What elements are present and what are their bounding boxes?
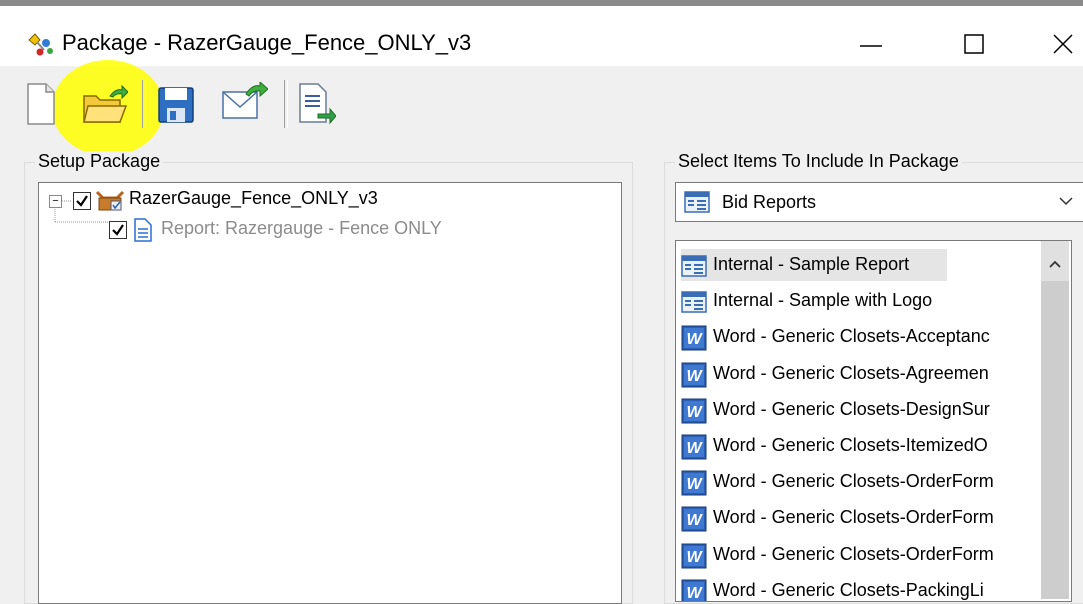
package-tree[interactable]: − RazerGauge_Fence_ONLY_v3 Report: Razer… xyxy=(38,182,622,604)
tree-node-report[interactable]: Report: Razergauge - Fence ONLY xyxy=(39,209,619,243)
list-item[interactable]: W Word - Generic Closets-ItemizedO xyxy=(681,430,1041,462)
toolbar-separator xyxy=(142,80,146,128)
svg-text:W: W xyxy=(686,549,703,566)
list-item[interactable]: W Word - Generic Closets-OrderForm xyxy=(681,466,1041,498)
list-item[interactable]: W Word - Generic Closets-OrderForm xyxy=(681,539,1041,571)
toolbar xyxy=(0,60,1083,156)
scrollbar-thumb[interactable] xyxy=(1041,281,1069,599)
word-document-icon: W xyxy=(681,470,707,496)
maximize-icon xyxy=(964,34,984,54)
open-folder-icon xyxy=(83,84,128,123)
tree-node-package[interactable]: − RazerGauge_Fence_ONLY_v3 xyxy=(39,187,619,213)
word-document-icon: W xyxy=(681,543,707,569)
svg-text:W: W xyxy=(686,585,703,602)
bid-report-icon xyxy=(684,191,710,213)
select-items-label: Select Items To Include In Package xyxy=(675,151,962,172)
svg-text:W: W xyxy=(686,404,703,421)
word-document-icon: W xyxy=(681,398,707,424)
maximize-button[interactable] xyxy=(950,24,1000,64)
report-icon xyxy=(134,218,152,242)
list-item-label: Word - Generic Closets-Acceptanc xyxy=(713,326,990,347)
list-item[interactable]: W Word - Generic Closets-PackingLi xyxy=(681,575,1041,602)
list-item[interactable]: Internal - Sample with Logo xyxy=(681,285,1041,317)
dropdown-value: Bid Reports xyxy=(722,192,817,212)
new-button[interactable] xyxy=(18,78,66,128)
save-button[interactable] xyxy=(152,78,200,128)
word-document-icon: W xyxy=(681,579,707,602)
list-item[interactable]: Internal - Sample Report xyxy=(681,249,947,281)
report-icon xyxy=(681,255,707,277)
export-icon xyxy=(299,83,336,125)
svg-text:W: W xyxy=(686,512,703,529)
new-icon xyxy=(27,83,55,125)
report-category-dropdown[interactable]: Bid Reports xyxy=(675,182,1083,222)
tree-connector xyxy=(62,200,72,202)
list-item-label: Word - Generic Closets-OrderForm xyxy=(713,507,994,528)
package-checkbox[interactable] xyxy=(73,192,91,210)
list-item[interactable]: W Word - Generic Closets-OrderForm xyxy=(681,502,1041,534)
list-item[interactable]: W Word - Generic Closets-Agreemen xyxy=(681,358,1041,390)
list-item-label: Internal - Sample with Logo xyxy=(713,290,933,311)
word-document-icon: W xyxy=(681,506,707,532)
chevron-down-icon[interactable] xyxy=(1058,195,1074,207)
word-document-icon: W xyxy=(681,362,707,388)
word-document-icon: W xyxy=(681,325,707,351)
export-button[interactable] xyxy=(292,78,340,128)
close-button[interactable] xyxy=(1040,24,1083,64)
minimize-button[interactable] xyxy=(846,24,896,64)
setup-package-label: Setup Package xyxy=(35,151,164,172)
report-items-list[interactable]: Internal - Sample Report Internal - Sampl… xyxy=(675,240,1072,602)
svg-text:W: W xyxy=(686,368,703,385)
list-item-label: Word - Generic Closets-ItemizedO xyxy=(713,435,988,455)
open-button[interactable] xyxy=(78,78,128,128)
checkmark-icon xyxy=(76,195,88,207)
email-button[interactable] xyxy=(216,78,268,128)
list-item-label: Word - Generic Closets-DesignSur xyxy=(713,398,990,419)
scroll-up-icon[interactable] xyxy=(1048,259,1062,269)
window-title: Package - RazerGauge_Fence_ONLY_v3 xyxy=(62,30,472,55)
list-item-label: Word - Generic Closets-PackingLi xyxy=(713,579,984,600)
save-icon xyxy=(158,87,194,123)
report-icon xyxy=(681,291,707,313)
list-item-label: Internal - Sample Report xyxy=(713,254,910,274)
email-icon xyxy=(222,82,268,119)
package-name: RazerGauge_Fence_ONLY_v3 xyxy=(129,188,378,208)
list-item[interactable]: W Word - Generic Closets-DesignSur xyxy=(681,394,1041,426)
svg-text:W: W xyxy=(686,476,703,493)
package-app-icon xyxy=(28,33,53,56)
word-document-icon: W xyxy=(681,434,707,460)
close-icon xyxy=(1053,34,1073,54)
list-scrollbar[interactable] xyxy=(1041,241,1069,599)
list-item-label: Word - Generic Closets-OrderForm xyxy=(713,471,994,492)
list-item-label: Word - Generic Closets-Agreemen xyxy=(713,362,989,383)
report-checkbox[interactable] xyxy=(109,221,127,239)
checkmark-icon xyxy=(112,224,124,236)
list-item[interactable]: W Word - Generic Closets-Acceptanc xyxy=(681,321,1041,353)
toolbar-separator xyxy=(284,80,288,128)
svg-text:W: W xyxy=(686,440,703,457)
minimize-icon xyxy=(860,45,882,47)
svg-text:W: W xyxy=(686,331,703,348)
list-item-label: Word - Generic Closets-OrderForm xyxy=(713,543,994,564)
title-bar[interactable]: Package - RazerGauge_Fence_ONLY_v3 xyxy=(0,6,1083,66)
tree-collapse-toggle[interactable]: − xyxy=(49,195,62,208)
report-name: Report: Razergauge - Fence ONLY xyxy=(161,218,442,238)
